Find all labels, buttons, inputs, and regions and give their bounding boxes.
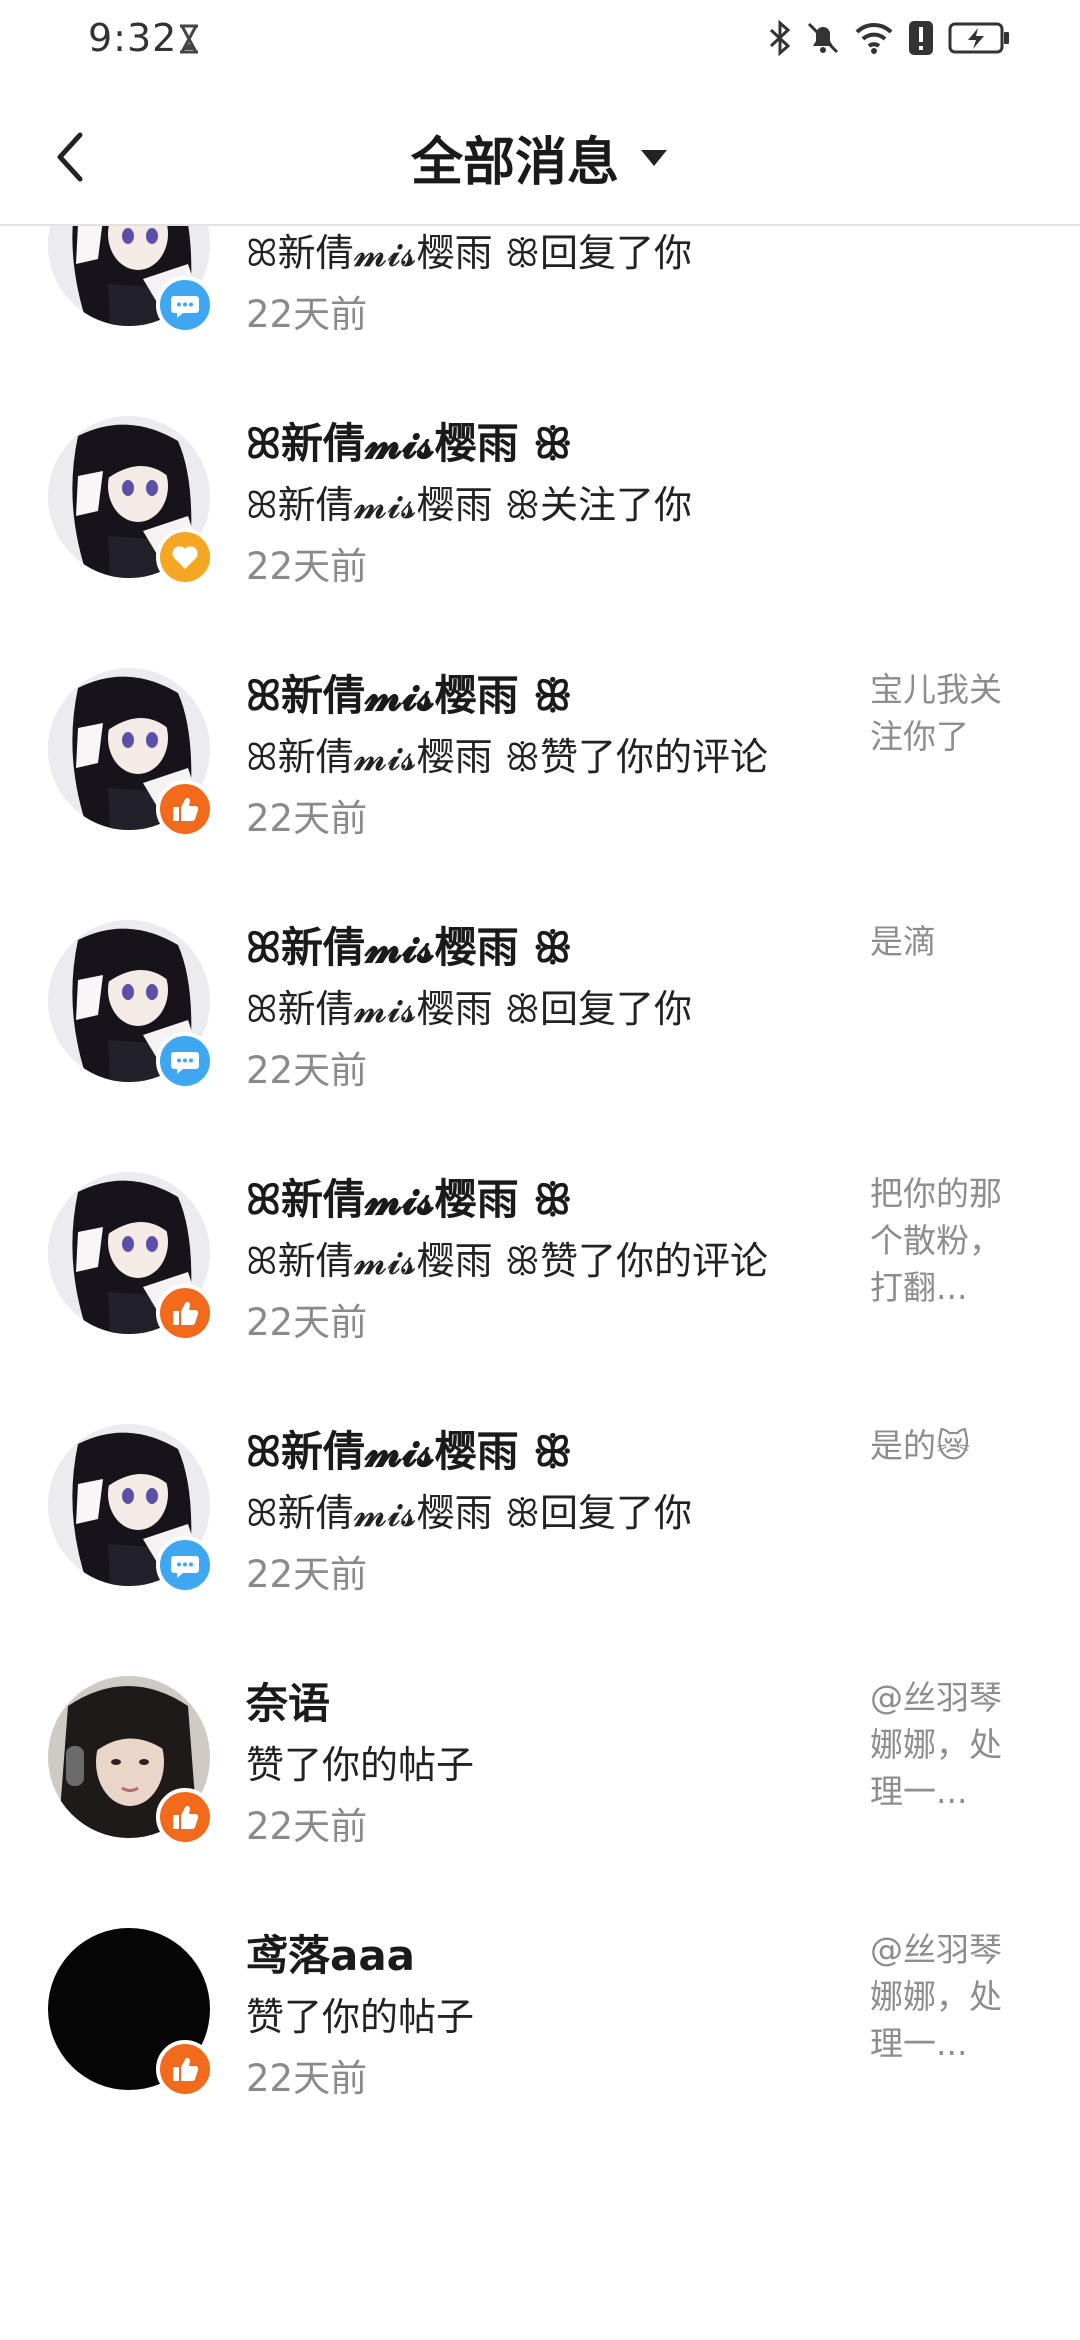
content-preview[interactable]: @丝羽琴娜娜，处理一... [870,1926,1030,2067]
bluetooth-icon [768,19,792,60]
message-time: 22天前 [246,1301,368,1344]
page-title: 全部消息 [410,133,619,193]
battery-charging-icon [948,21,1010,59]
status-time: 9:32 [88,16,178,60]
message-action: ꕤ新倩𝓶𝓲𝓼樱雨 ꕥ赞了你的评论 [246,1239,768,1283]
reply-icon [156,276,214,334]
sender-name[interactable]: ꕤ新倩𝓶𝓲𝓼樱雨 ꕥ [246,914,572,975]
sender-name[interactable]: ꕤ新倩𝓶𝓲𝓼樱雨 ꕥ [246,662,572,723]
message-item[interactable]: 奈语赞了你的帖子 22天前 @丝羽琴娜娜，处理一... [0,1652,1080,1904]
header: 全部消息 [0,90,1080,226]
reply-icon [156,1536,214,1594]
message-time: 22天前 [246,293,368,336]
message-action: 赞了你的帖子 [246,1995,475,2039]
caret-down-icon [641,149,667,166]
message-item[interactable]: ꕤ新倩𝓶𝓲𝓼樱雨 ꕥ ꕤ新倩𝓶𝓲𝓼樱雨 ꕥ关注了你 22天前 [0,392,1080,644]
message-item[interactable]: ꕤ新倩𝓶𝓲𝓼樱雨 ꕥ ꕤ新倩𝓶𝓲𝓼樱雨 ꕥ赞了你的评论 22天前 宝儿我关注你了 [0,644,1080,896]
message-action: ꕤ新倩𝓶𝓲𝓼樱雨 ꕥ赞了你的评论 [246,735,768,779]
message-time: 22天前 [246,797,368,840]
message-action: ꕤ新倩𝓶𝓲𝓼樱雨 ꕥ回复了你 [246,231,692,275]
sender-name[interactable]: 奈语 [246,1670,330,1731]
message-time: 22天前 [246,545,368,588]
content-preview[interactable]: 把你的那个散粉，打翻... [870,1170,1030,1311]
status-bar: 9:32 [0,0,1080,90]
message-time: 22天前 [246,1805,368,1848]
thumbs-up-icon [156,1284,214,1342]
message-time: 22天前 [246,1553,368,1596]
message-action: ꕤ新倩𝓶𝓲𝓼樱雨 ꕥ回复了你 [246,1491,692,1535]
sender-name[interactable]: 鸢落aaa [246,1922,415,1983]
heart-icon [156,528,214,586]
content-preview[interactable]: 是的😿 [870,1422,1030,1469]
alert-icon [908,20,934,60]
sender-name[interactable]: ꕤ新倩𝓶𝓲𝓼樱雨 ꕥ [246,1418,572,1479]
message-item[interactable]: ꕤ新倩𝓶𝓲𝓼樱雨 ꕥ ꕤ新倩𝓶𝓲𝓼樱雨 ꕥ回复了你 22天前 是的😿 [0,1400,1080,1652]
hourglass-icon [178,24,200,58]
sender-name[interactable]: ꕤ新倩𝓶𝓲𝓼樱雨 ꕥ [246,410,572,471]
message-filter-dropdown[interactable]: 全部消息 [0,120,1080,195]
message-action: ꕤ新倩𝓶𝓲𝓼樱雨 ꕥ关注了你 [246,483,692,527]
content-preview[interactable]: 是滴 [870,918,1030,965]
content-preview[interactable]: @丝羽琴娜娜，处理一... [870,1674,1030,1815]
message-action: 赞了你的帖子 [246,1743,475,1787]
message-time: 22天前 [246,1049,368,1092]
message-item[interactable]: ꕤ新倩𝓶𝓲𝓼樱雨 ꕥ ꕤ新倩𝓶𝓲𝓼樱雨 ꕥ回复了你 22天前 是滴 [0,896,1080,1148]
status-icons [768,19,1010,60]
sender-name[interactable]: ꕤ新倩𝓶𝓲𝓼樱雨 ꕥ [246,1166,572,1227]
mute-bell-icon [806,20,840,60]
message-time: 22天前 [246,2057,368,2100]
wifi-icon [854,21,894,59]
message-item[interactable]: ꕤ新倩𝓶𝓲𝓼樱雨 ꕥ ꕤ新倩𝓶𝓲𝓼樱雨 ꕥ赞了你的评论 22天前 把你的那个散粉，打翻… [0,1148,1080,1400]
content-preview[interactable]: 宝儿我关注你了 [870,666,1030,760]
message-item[interactable]: 鸢落aaa 赞了你的帖子 22天前 @丝羽琴娜娜，处理一... [0,1904,1080,2156]
thumbs-up-icon [156,1788,214,1846]
reply-icon [156,1032,214,1090]
thumbs-up-icon [156,2040,214,2098]
thumbs-up-icon [156,780,214,838]
message-action: ꕤ新倩𝓶𝓲𝓼樱雨 ꕥ回复了你 [246,987,692,1031]
